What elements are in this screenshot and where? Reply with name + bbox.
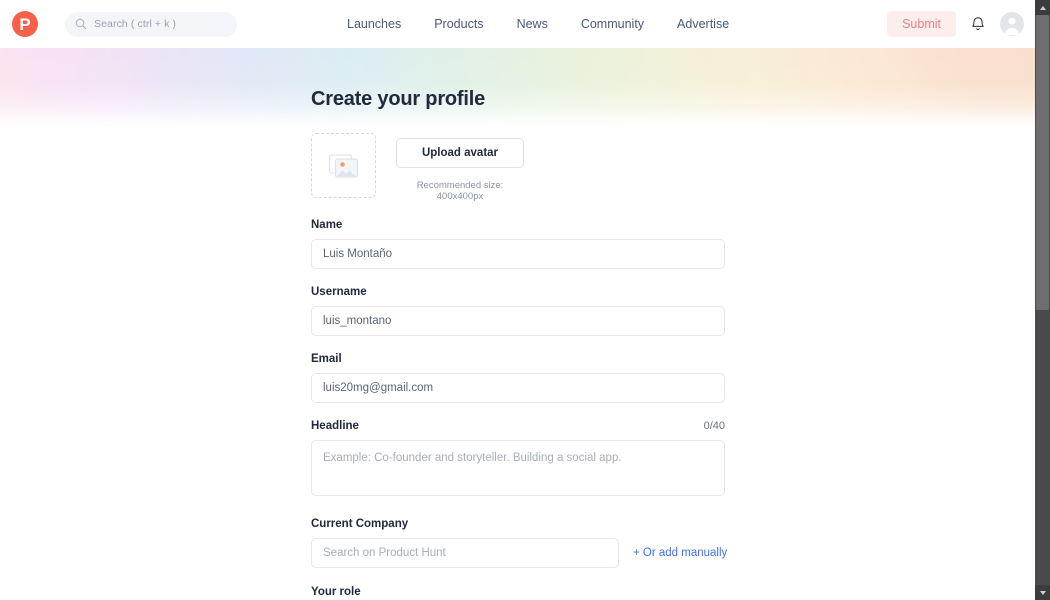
recommended-size-text: Recommended size: 400x400px: [416, 180, 504, 202]
search-input[interactable]: Search ( ctrl + k ): [65, 11, 237, 37]
app-root: P Search ( ctrl + k ) Launches Products …: [0, 0, 1050, 600]
user-avatar-icon: [1004, 17, 1020, 35]
company-label: Current Company: [311, 518, 409, 530]
role-label: Your role: [311, 586, 361, 598]
banner-white-fade: [0, 48, 1035, 128]
avatar-upload-column: Upload avatar Recommended size: 400x400p…: [396, 133, 524, 202]
nav-item-news[interactable]: News: [517, 17, 548, 31]
name-label: Name: [311, 219, 343, 231]
nav-item-products[interactable]: Products: [434, 17, 483, 31]
logo-letter: P: [19, 14, 31, 34]
avatar-upload-row: Upload avatar Recommended size: 400x400p…: [311, 133, 725, 202]
email-label: Email: [311, 353, 342, 365]
scroll-up-arrow-icon[interactable]: [1035, 0, 1050, 15]
company-input-row: + Or add manually: [311, 538, 727, 568]
scroll-down-arrow-icon[interactable]: [1035, 585, 1050, 600]
site-header: P Search ( ctrl + k ) Launches Products …: [0, 0, 1035, 48]
company-search-input[interactable]: [311, 538, 619, 568]
headline-label: Headline: [311, 420, 359, 432]
role-field-group: Your role: [311, 586, 725, 600]
nav-item-community[interactable]: Community: [581, 17, 644, 31]
email-input[interactable]: [311, 373, 725, 403]
email-field-group: Email: [311, 353, 725, 403]
username-field-group: Username: [311, 286, 725, 336]
name-label-row: Name: [311, 219, 725, 231]
search-placeholder-text: Search ( ctrl + k ): [94, 18, 177, 30]
username-input[interactable]: [311, 306, 725, 336]
browser-scrollbar[interactable]: [1035, 0, 1050, 600]
headline-label-row: Headline 0/40: [311, 420, 725, 432]
headline-textarea[interactable]: [311, 440, 725, 496]
user-avatar[interactable]: [1000, 12, 1024, 36]
create-profile-form: Upload avatar Recommended size: 400x400p…: [311, 133, 727, 600]
username-label-row: Username: [311, 286, 725, 298]
upload-avatar-button[interactable]: Upload avatar: [396, 138, 524, 168]
image-placeholder-icon: [328, 153, 358, 178]
header-actions: Submit: [887, 11, 1035, 37]
company-field-group: Current Company + Or add manually: [311, 518, 727, 568]
role-label-row: Your role: [311, 586, 725, 598]
gradient-banner: [0, 48, 1035, 128]
headline-char-counter: 0/40: [703, 420, 725, 432]
browser-viewport: P Search ( ctrl + k ) Launches Products …: [0, 0, 1035, 600]
nav-item-advertise[interactable]: Advertise: [677, 17, 729, 31]
add-company-manually-link[interactable]: + Or add manually: [633, 547, 727, 559]
notification-bell-icon[interactable]: [970, 16, 986, 33]
headline-field-group: Headline 0/40: [311, 420, 725, 501]
product-hunt-logo[interactable]: P: [12, 11, 38, 37]
search-icon: [75, 18, 87, 30]
email-label-row: Email: [311, 353, 725, 365]
nav-item-launches[interactable]: Launches: [347, 17, 401, 31]
main-navigation: Launches Products News Community Adverti…: [347, 17, 729, 31]
name-field-group: Name: [311, 219, 725, 269]
company-label-row: Current Company: [311, 518, 725, 530]
avatar-dropzone[interactable]: [311, 133, 376, 198]
scrollbar-thumb[interactable]: [1036, 15, 1049, 310]
submit-button[interactable]: Submit: [887, 11, 956, 37]
page-title: Create your profile: [311, 88, 486, 110]
username-label: Username: [311, 286, 367, 298]
name-input[interactable]: [311, 239, 725, 269]
